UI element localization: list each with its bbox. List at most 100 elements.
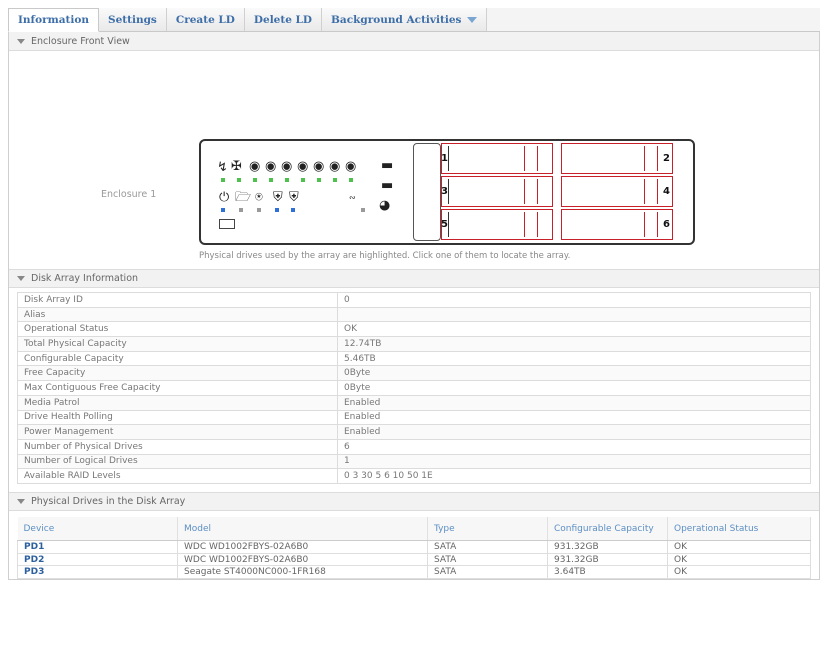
drive-bay-2[interactable]: 2 xyxy=(561,143,673,174)
status-led xyxy=(285,178,289,182)
drive-handle xyxy=(644,179,658,204)
info-value: 0 xyxy=(337,292,811,308)
bay-number: 1 xyxy=(441,153,448,164)
info-key: Free Capacity xyxy=(17,365,338,382)
tab-settings[interactable]: Settings xyxy=(99,8,167,31)
info-key: Operational Status xyxy=(17,321,338,338)
column-header[interactable]: Operational Status xyxy=(667,516,811,542)
bay-number: 5 xyxy=(441,219,448,230)
table-cell: WDC WD1002FBYS-02A6B0 xyxy=(177,540,428,554)
tab-bar-filler xyxy=(487,8,820,31)
drive-latch xyxy=(448,212,449,237)
drive-bay-3[interactable]: 3 xyxy=(441,176,553,207)
fan-icon: ✠ xyxy=(231,159,242,174)
enclosure-chassis[interactable]: ↯ ✠ ◉ ◉ ◉ ◉ ◉ ◉ ◉ ▬ ▬ ⏻ 🗁 ⍟ ⛨ ⛨ ∾ ◕ 1 2 … xyxy=(199,139,695,245)
status-led xyxy=(317,178,321,182)
column-header[interactable]: Type xyxy=(427,516,548,542)
info-value: Enabled xyxy=(337,394,811,411)
disk-array-section-header[interactable]: Disk Array Information xyxy=(9,269,819,288)
device-link[interactable]: PD2 xyxy=(17,552,178,567)
bay-number: 3 xyxy=(441,186,448,197)
status-led xyxy=(221,178,225,182)
chevron-down-icon[interactable] xyxy=(467,16,478,23)
column-header[interactable]: Configurable Capacity xyxy=(547,516,668,542)
battery-icon: ▬ xyxy=(381,158,394,173)
table-row[interactable]: PD1 WDC WD1002FBYS-02A6B0 SATA 931.32GB OK xyxy=(17,540,811,554)
table-cell: OK xyxy=(667,565,811,579)
tab-background-activities[interactable]: Background Activities xyxy=(322,8,488,31)
device-link[interactable]: PD3 xyxy=(17,565,178,579)
tab-information[interactable]: Information xyxy=(8,8,99,32)
port-icon: ◉ xyxy=(281,159,293,174)
controller-panel: ↯ ✠ ◉ ◉ ◉ ◉ ◉ ◉ ◉ ▬ ▬ ⏻ 🗁 ⍟ ⛨ ⛨ ∾ ◕ xyxy=(201,141,413,243)
reset-icon: ◕ xyxy=(379,198,391,213)
lock-icon: ⍟ xyxy=(255,190,263,205)
collapse-triangle-icon[interactable] xyxy=(17,276,25,281)
port-icon: ◉ xyxy=(345,159,357,174)
port-icon: ◉ xyxy=(249,159,261,174)
column-header[interactable]: Device xyxy=(17,516,178,542)
drive-bay-4[interactable]: 4 xyxy=(561,176,673,207)
table-row[interactable]: PD2 WDC WD1002FBYS-02A6B0 SATA 931.32GB OK xyxy=(17,552,811,567)
info-row: Max Contiguous Free Capacity 0Byte xyxy=(17,380,811,396)
info-value: 12.74TB xyxy=(337,336,811,352)
drive-handle xyxy=(644,212,658,237)
enclosure-label: Enclosure 1 xyxy=(101,189,157,200)
info-row: Drive Health Polling Enabled xyxy=(17,409,811,426)
port-icon: ◉ xyxy=(313,159,325,174)
info-value: 1 xyxy=(337,453,811,470)
physical-drives-section-header[interactable]: Physical Drives in the Disk Array xyxy=(9,491,819,511)
info-row: Available RAID Levels 0 3 30 5 6 10 50 1E xyxy=(17,468,811,484)
usb-icon: ∾ xyxy=(349,193,356,202)
drive-bay-6[interactable]: 6 xyxy=(561,209,673,240)
network-icon: ⛨ xyxy=(273,190,283,205)
collapse-triangle-icon[interactable] xyxy=(17,498,25,504)
info-key: Max Contiguous Free Capacity xyxy=(17,380,338,396)
status-led xyxy=(257,208,261,212)
array-info-window: Information Settings Create LD Delete LD… xyxy=(8,8,820,654)
section-title: Enclosure Front View xyxy=(31,35,130,47)
info-value: 0 3 30 5 6 10 50 1E xyxy=(337,468,811,484)
collapse-triangle-icon[interactable] xyxy=(17,38,25,44)
table-cell: SATA xyxy=(427,565,548,579)
disk-array-table: Disk Array ID 0 Alias Operational Status OK T… xyxy=(17,292,811,484)
table-row[interactable]: PD3 Seagate ST4000NC000-1FR168 SATA 3.64TB O… xyxy=(17,565,811,579)
table-cell: SATA xyxy=(427,552,548,567)
info-key: Number of Physical Drives xyxy=(17,438,338,455)
info-row: Operational Status OK xyxy=(17,321,811,338)
bay-number: 2 xyxy=(663,153,670,164)
table-cell: 931.32GB xyxy=(547,552,668,567)
drive-bay-5[interactable]: 5 xyxy=(441,209,553,240)
status-led xyxy=(269,178,273,182)
status-led xyxy=(221,208,225,212)
physical-drives-list: Device Model Type Configurable Capacity Oper… xyxy=(9,511,819,579)
info-key: Total Physical Capacity xyxy=(17,336,338,352)
tab-label: Settings xyxy=(108,13,157,26)
info-value: OK xyxy=(337,321,811,338)
table-cell: Seagate ST4000NC000-1FR168 xyxy=(177,565,428,579)
info-key: Drive Health Polling xyxy=(17,409,338,426)
table-cell: WDC WD1002FBYS-02A6B0 xyxy=(177,552,428,567)
folder-icon: 🗁 xyxy=(235,190,252,205)
info-key: Media Patrol xyxy=(17,394,338,411)
info-row: Media Patrol Enabled xyxy=(17,394,811,411)
column-header[interactable]: Model xyxy=(177,516,428,542)
battery-icon: ▬ xyxy=(381,178,394,193)
tab-label: Create LD xyxy=(175,13,235,26)
enclosure-section-header[interactable]: Enclosure Front View xyxy=(9,32,819,51)
drive-latch xyxy=(448,179,449,204)
info-row: Number of Physical Drives 6 xyxy=(17,438,811,455)
tab-label: Information xyxy=(18,14,89,26)
status-led xyxy=(239,208,243,212)
status-led xyxy=(291,208,295,212)
info-row: Configurable Capacity 5.46TB xyxy=(17,350,811,367)
tab-create-ld[interactable]: Create LD xyxy=(166,8,245,31)
enclosure-bezel xyxy=(413,143,441,241)
port-icon: ◉ xyxy=(265,159,277,174)
info-value: 6 xyxy=(337,438,811,455)
drive-latch xyxy=(448,146,449,171)
device-link[interactable]: PD1 xyxy=(17,540,178,554)
tab-delete-ld[interactable]: Delete LD xyxy=(244,8,323,31)
drive-bay-1[interactable]: 1 xyxy=(441,143,553,174)
usb-port xyxy=(219,219,235,229)
